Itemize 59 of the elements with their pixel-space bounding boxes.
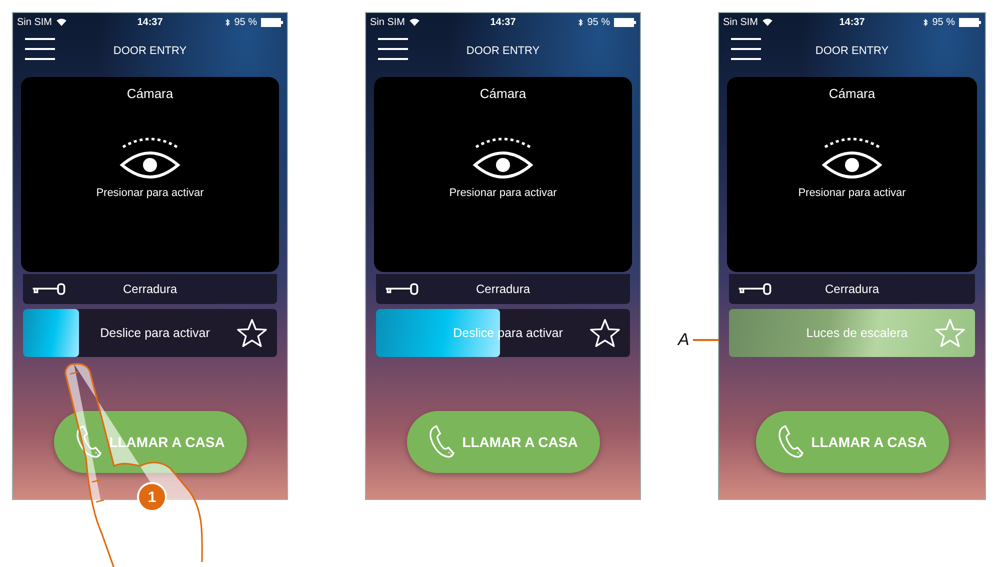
key-icon (737, 282, 773, 296)
lock-label: Cerradura (122, 282, 178, 296)
menu-icon[interactable] (378, 37, 408, 61)
slider-thumb[interactable] (376, 309, 500, 357)
leader-line (693, 339, 720, 341)
screen-title: DOOR ENTRY (113, 45, 187, 57)
key-icon (31, 282, 67, 296)
key-icon (384, 282, 420, 296)
lock-label: Cerradura (476, 282, 530, 296)
battery-icon (958, 18, 981, 26)
bluetooth-icon (225, 18, 230, 26)
slider-label: Luces de escalera (806, 326, 908, 340)
battery-icon (614, 18, 636, 26)
battery-text: 95 % (587, 16, 610, 28)
lock-row[interactable]: Cerradura (729, 274, 975, 304)
menu-icon[interactable] (731, 37, 761, 61)
star-icon[interactable] (590, 318, 620, 348)
camera-hint: Presionar para activar (96, 187, 204, 199)
bluetooth-icon (578, 18, 584, 26)
bluetooth-icon (923, 18, 928, 26)
battery-icon (260, 18, 283, 26)
camera-title: Cámara (828, 86, 876, 101)
battery-text: 95 % (932, 16, 955, 28)
eye-icon (119, 137, 181, 181)
eye-icon (472, 137, 534, 181)
carrier-text: Sin SIM (17, 16, 52, 28)
phone-icon (777, 424, 806, 460)
battery-text: 95 % (234, 16, 257, 28)
slider-label: Deslice para activar (100, 326, 210, 340)
camera-hint: Presionar para activar (449, 187, 557, 199)
clock-text: 14:37 (839, 16, 865, 28)
lock-row[interactable]: Cerradura (376, 274, 630, 304)
lock-row[interactable]: Cerradura (23, 274, 277, 304)
screen-title: DOOR ENTRY (815, 45, 889, 57)
wifi-icon (56, 18, 68, 26)
phone-icon (428, 424, 456, 460)
lock-label: Cerradura (824, 282, 880, 296)
camera-title: Cámara (480, 86, 526, 101)
eye-icon (821, 137, 883, 181)
step-badge: 1 (137, 482, 167, 512)
camera-title: Cámara (126, 86, 174, 101)
wifi-icon (409, 18, 420, 26)
clock-text: 14:37 (137, 16, 163, 28)
camera-panel[interactable]: Cámara Presionar para activar (727, 77, 977, 272)
screen-title: DOOR ENTRY (466, 45, 540, 57)
callout-label: A (678, 330, 690, 350)
phone-icon (75, 424, 104, 460)
carrier-text: Sin SIM (723, 16, 758, 28)
slider-thumb[interactable] (23, 309, 79, 357)
star-icon[interactable] (935, 318, 965, 348)
camera-hint: Presionar para activar (798, 187, 906, 199)
menu-icon[interactable] (25, 37, 55, 61)
carrier-text: Sin SIM (370, 16, 406, 28)
camera-panel[interactable]: Cámara Presionar para activar (374, 77, 632, 272)
slide-control[interactable]: Deslice para activar (23, 309, 277, 357)
clock-text: 14:37 (490, 16, 516, 28)
star-icon[interactable] (237, 318, 267, 348)
wifi-icon (762, 18, 774, 26)
camera-panel[interactable]: Cámara Presionar para activar (21, 77, 279, 272)
